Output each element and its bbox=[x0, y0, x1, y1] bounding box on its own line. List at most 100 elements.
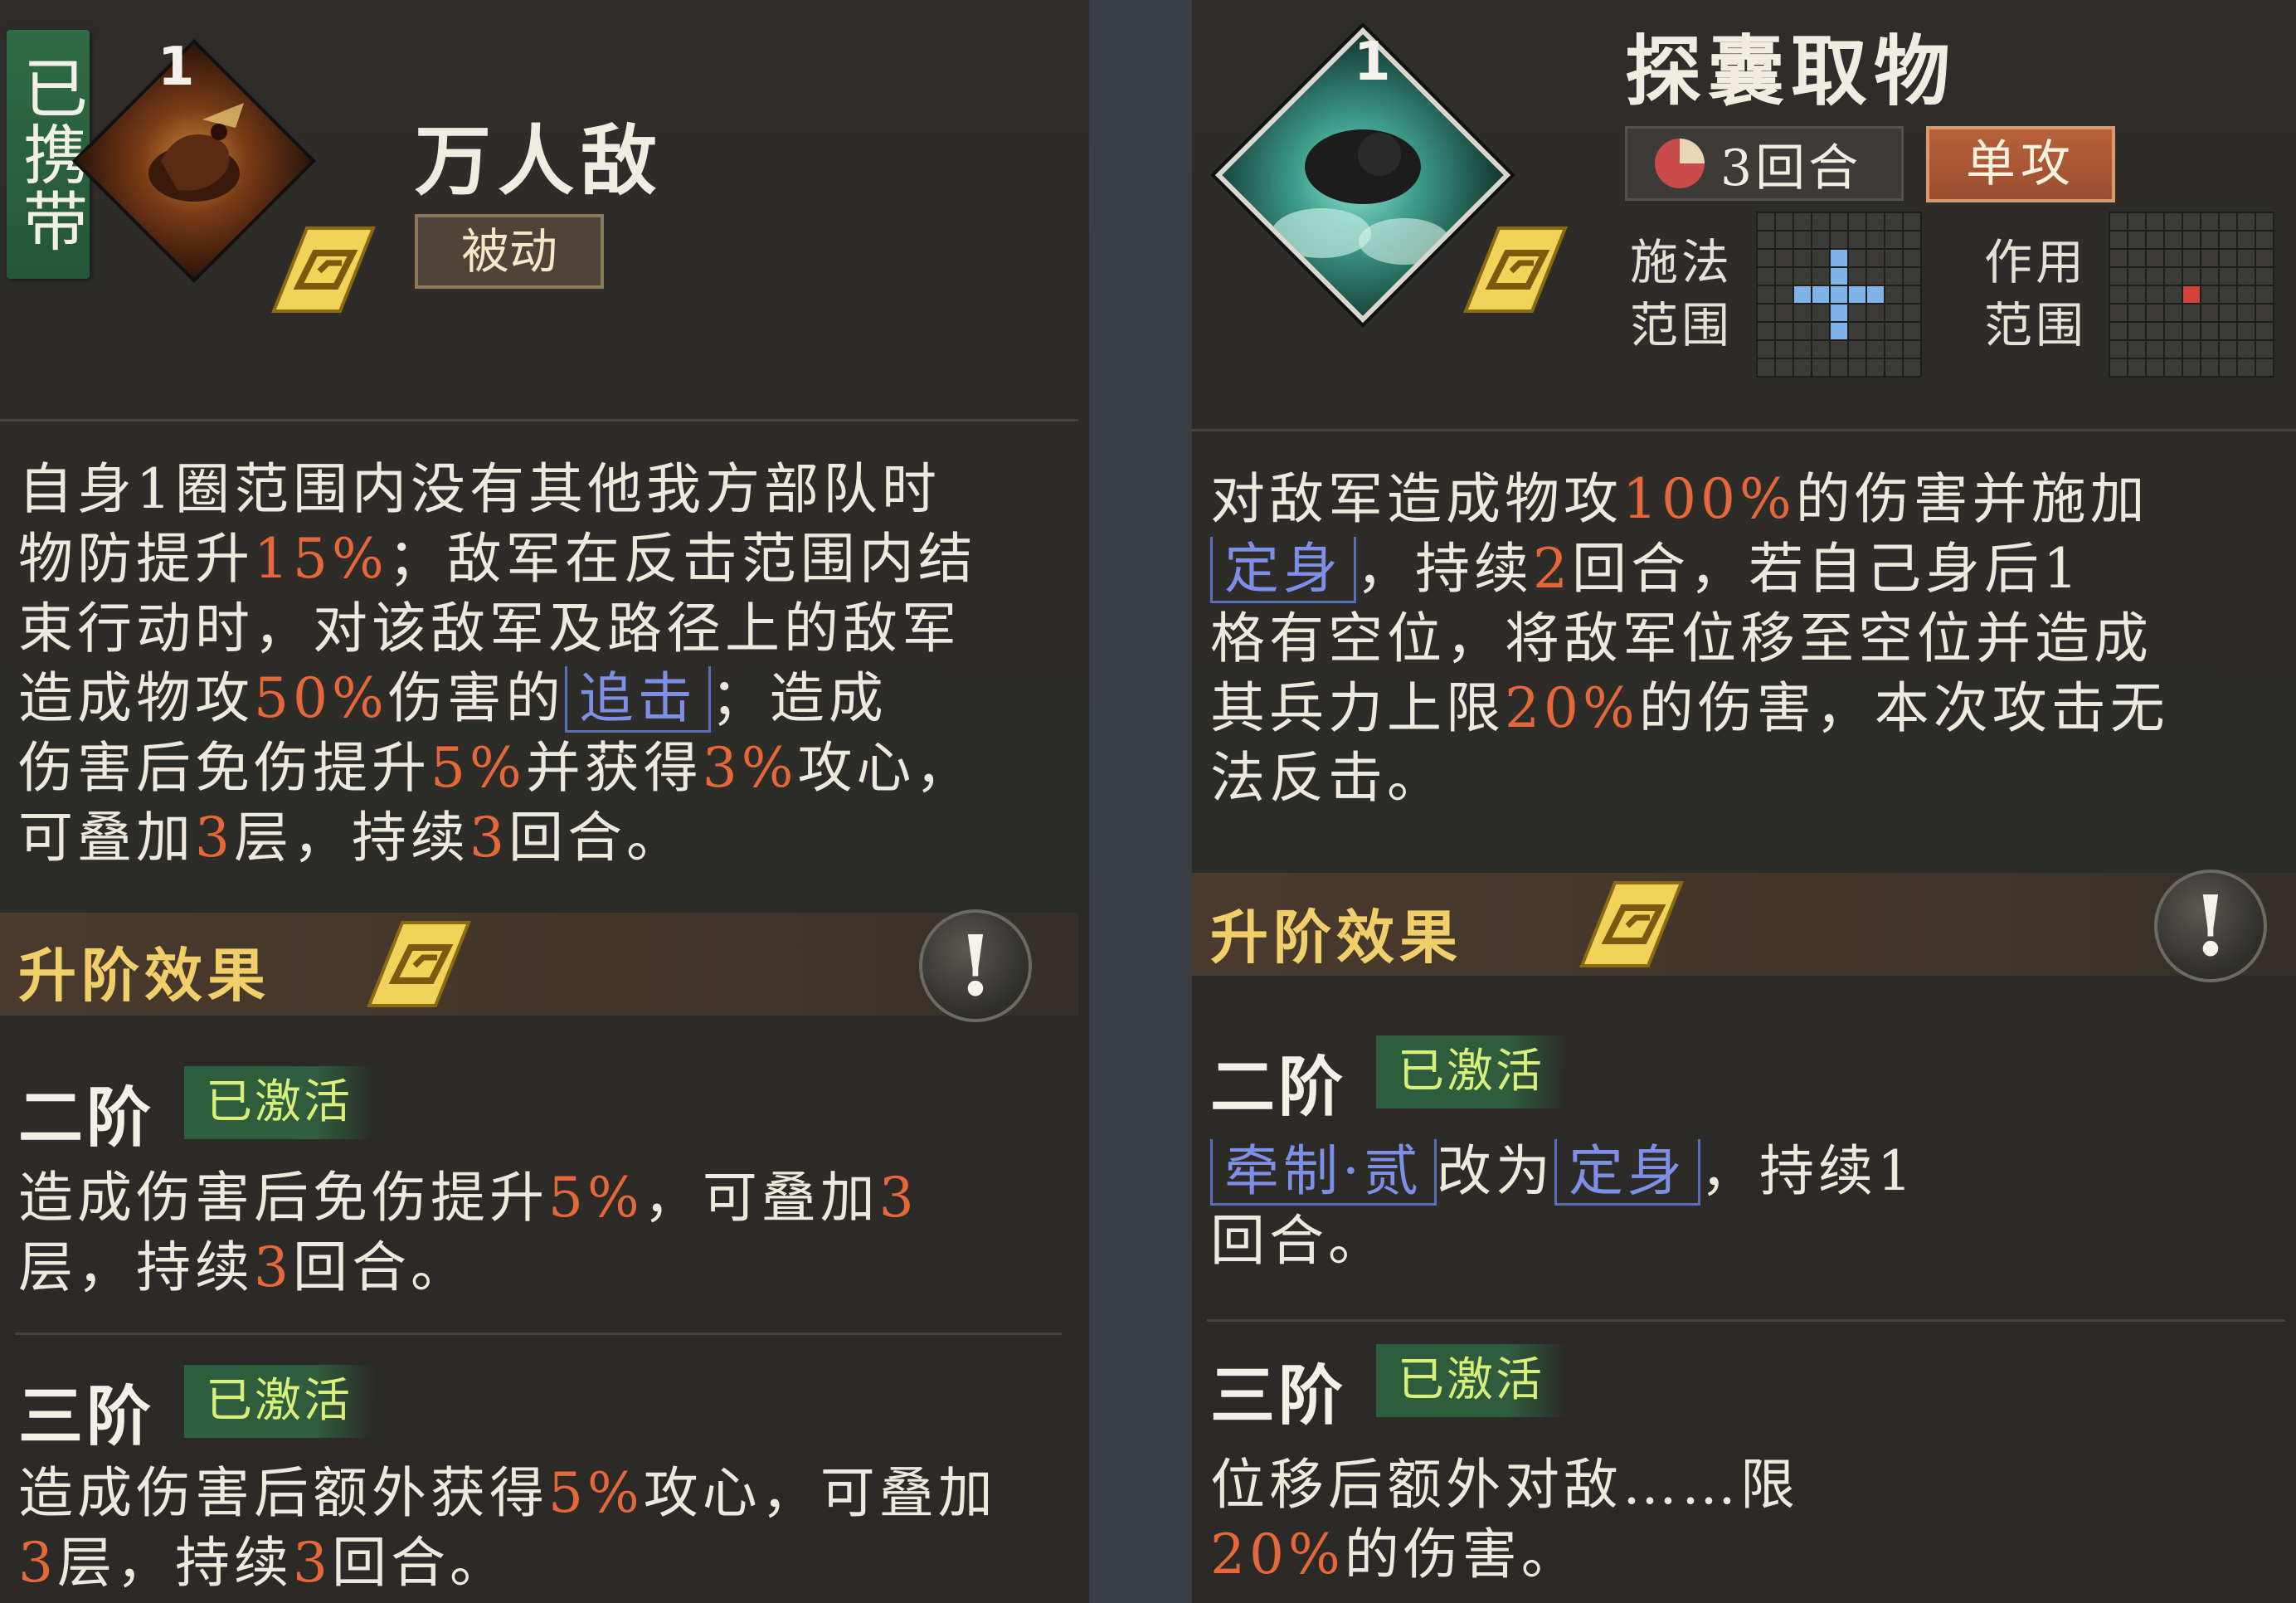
grid-cell bbox=[1776, 231, 1793, 248]
grid-cell bbox=[2147, 250, 2163, 266]
text-segment: ；敌军在反击范围内结 bbox=[387, 527, 977, 591]
grid-cell bbox=[1867, 341, 1884, 358]
grid-cell bbox=[1831, 359, 1847, 376]
skill-card-right: 1 探囊取物 3回合 单攻 施法 范围 作用 范围 对敌军造成物攻100%的伤害… bbox=[1192, 0, 2296, 1603]
keyword-link[interactable]: 追击 bbox=[564, 666, 711, 733]
grid-cell bbox=[1867, 268, 1884, 285]
grid-cell bbox=[1904, 286, 1920, 303]
text-segment: 攻心，可叠加 bbox=[643, 1461, 997, 1525]
grid-cell bbox=[2165, 305, 2182, 321]
tier-2-label: 二阶 bbox=[1210, 1050, 1347, 1125]
upgrade-label: 升阶效果 bbox=[1210, 903, 1462, 972]
tier-3-description: 造成伤害后额外获得5%攻心，可叠加 3层，持续3回合。 bbox=[18, 1459, 997, 1598]
text-segment: 的伤害，本次攻击无 bbox=[1638, 676, 2169, 740]
text-segment: 伤害后免伤提升 bbox=[18, 736, 430, 800]
description-line: 回合。 bbox=[1210, 1206, 1916, 1276]
grid-cell bbox=[1831, 250, 1847, 266]
grid-cell bbox=[1794, 250, 1811, 266]
grid-cell bbox=[1794, 213, 1811, 230]
grid-cell bbox=[1849, 268, 1866, 285]
text-segment: 限 bbox=[1740, 1453, 1799, 1517]
grid-cell bbox=[2110, 323, 2127, 339]
highlight-value: 5% bbox=[548, 1166, 644, 1230]
grid-cell bbox=[2165, 323, 2182, 339]
upgrade-header: 升阶效果 bbox=[0, 913, 1078, 1016]
grid-cell bbox=[2220, 231, 2236, 248]
grid-cell bbox=[2238, 250, 2255, 266]
divider bbox=[0, 419, 1078, 421]
highlight-value: 5% bbox=[430, 736, 526, 800]
tier-2-description: 牵制·贰 改为 定身 ，持续1 回合。 bbox=[1210, 1137, 1916, 1276]
text-segment: 层，持续 bbox=[18, 1235, 254, 1299]
tier-3-status-badge: 已激活 bbox=[184, 1365, 374, 1438]
tier-2-description: 造成伤害后免伤提升5%，可叠加3 层，持续3回合。 bbox=[18, 1163, 918, 1303]
exclamation-icon[interactable]: ! bbox=[2154, 870, 2267, 982]
keyword-link[interactable]: 定身 bbox=[1554, 1139, 1700, 1206]
text-segment: 并获得 bbox=[525, 736, 703, 800]
upgrade-label: 升阶效果 bbox=[18, 941, 270, 1010]
text-segment: 可叠加 bbox=[18, 806, 195, 870]
grid-cell bbox=[2128, 231, 2145, 248]
grid-cell bbox=[2128, 359, 2145, 376]
skill-level: 1 bbox=[1354, 32, 1391, 93]
text-segment: 回合。 bbox=[293, 1235, 469, 1299]
grid-cell bbox=[1867, 250, 1884, 266]
description-line: 可叠加3层，持续3回合。 bbox=[18, 803, 977, 873]
tier-3-label: 三阶 bbox=[1210, 1358, 1347, 1434]
text-segment: ，持续1 bbox=[1700, 1139, 1916, 1203]
grid-cell bbox=[2147, 305, 2163, 321]
description-line: 伤害后免伤提升5%并获得3%攻心， bbox=[18, 733, 977, 803]
grid-cell bbox=[2165, 231, 2182, 248]
text-segment: ；造成 bbox=[710, 666, 888, 730]
highlight-value: 2 bbox=[1533, 537, 1572, 601]
description-line: 3层，持续3回合。 bbox=[18, 1528, 997, 1598]
grid-cell bbox=[2147, 268, 2163, 285]
text-segment: ，可叠加 bbox=[643, 1166, 879, 1230]
grid-cell bbox=[2201, 213, 2218, 230]
highlight-value: 15% bbox=[254, 527, 388, 591]
grid-cell bbox=[1794, 305, 1811, 321]
text-segment: ，持续 bbox=[1356, 537, 1533, 601]
grid-cell bbox=[2238, 213, 2255, 230]
grid-cell bbox=[2256, 359, 2273, 376]
grid-cell bbox=[1867, 323, 1884, 339]
grid-cell bbox=[2165, 286, 2182, 303]
grid-cell bbox=[2183, 268, 2200, 285]
description-line: 自身1圈范围内没有其他我方部队时 bbox=[18, 455, 977, 524]
grid-cell bbox=[1776, 286, 1793, 303]
grid-cell bbox=[2110, 268, 2127, 285]
grid-cell bbox=[2256, 250, 2273, 266]
grid-cell bbox=[1776, 341, 1793, 358]
exclamation-icon[interactable]: ! bbox=[919, 909, 1032, 1022]
grid-cell bbox=[1776, 213, 1793, 230]
keyword-link[interactable]: 定身 bbox=[1210, 537, 1356, 603]
grid-cell bbox=[2128, 250, 2145, 266]
highlight-value: 20% bbox=[1505, 676, 1639, 740]
grid-cell bbox=[2183, 250, 2200, 266]
keyword-link[interactable]: 牵制·贰 bbox=[1210, 1139, 1437, 1206]
description-line: 对敌军造成物攻100%的伤害并施加 bbox=[1210, 465, 2169, 534]
grid-cell bbox=[2256, 268, 2273, 285]
grid-cell bbox=[1831, 268, 1847, 285]
grid-cell bbox=[1758, 341, 1774, 358]
grid-cell bbox=[2128, 305, 2145, 321]
grid-cell bbox=[1812, 213, 1829, 230]
grid-cell bbox=[2110, 231, 2127, 248]
single-target-tag: 单攻 bbox=[1926, 126, 2115, 202]
tier-2-label: 二阶 bbox=[18, 1080, 155, 1156]
highlight-value: 20% bbox=[1210, 1523, 1345, 1586]
grid-cell bbox=[2256, 213, 2273, 230]
grid-cell bbox=[1849, 341, 1866, 358]
grid-cell bbox=[1812, 305, 1829, 321]
text-segment: 的伤害。 bbox=[1344, 1523, 1580, 1586]
grid-cell bbox=[2147, 286, 2163, 303]
grid-cell bbox=[1758, 231, 1774, 248]
grid-cell bbox=[1794, 231, 1811, 248]
highlight-value: 3 bbox=[254, 1235, 293, 1299]
rune-icon bbox=[367, 921, 471, 1007]
grid-cell bbox=[2238, 286, 2255, 303]
grid-cell bbox=[2183, 231, 2200, 248]
grid-cell bbox=[1849, 323, 1866, 339]
grid-cell bbox=[2147, 323, 2163, 339]
rune-icon bbox=[1579, 881, 1684, 967]
